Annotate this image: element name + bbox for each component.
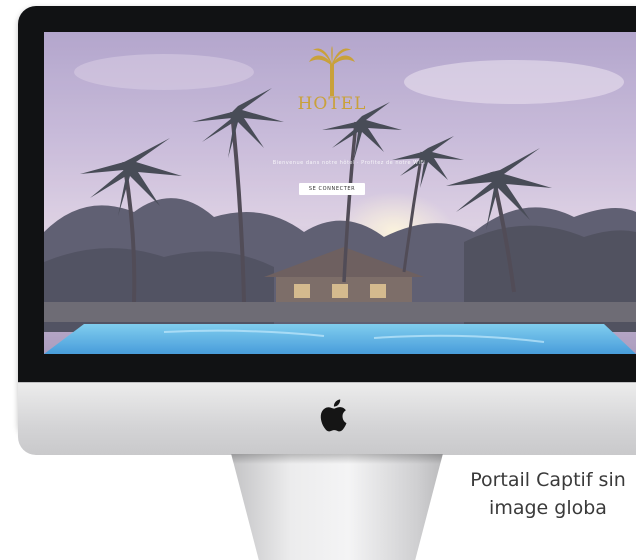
- welcome-text: Bienvenue dans notre hôtel · Profitez de…: [272, 160, 426, 166]
- caption: Portail Captif sin image globa: [398, 466, 636, 522]
- caption-line-2: image globa: [489, 497, 607, 519]
- stand-shadow: [231, 454, 443, 464]
- brand-name: HOTEL: [297, 94, 367, 114]
- caption-line-1: Portail Captif sin: [470, 469, 626, 491]
- palm-tree-icon: [309, 46, 355, 96]
- apple-icon: [320, 399, 347, 432]
- hotel-logo: HOTEL: [297, 46, 367, 130]
- captive-portal-screen: HOTEL Bienvenue dans notre hôtel · Profi…: [44, 32, 636, 354]
- connect-button[interactable]: SE CONNECTER: [299, 183, 365, 195]
